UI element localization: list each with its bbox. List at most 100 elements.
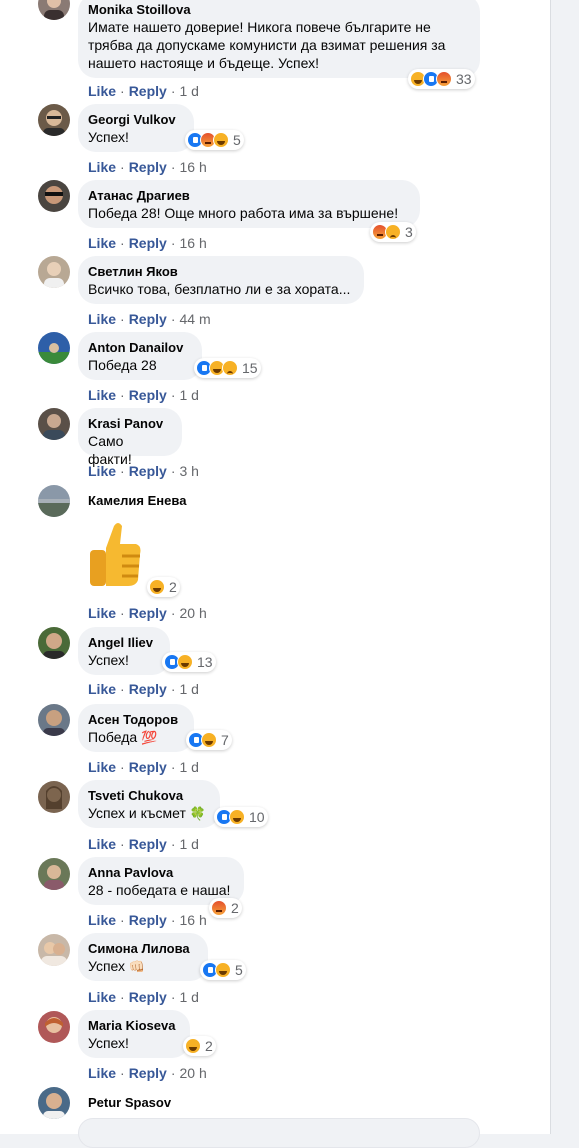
- timestamp[interactable]: 1 d: [179, 989, 198, 1005]
- timestamp[interactable]: 20 h: [179, 605, 206, 621]
- reply-button[interactable]: Reply: [129, 836, 167, 852]
- comment-bubble: Angel Iliev Успех!: [78, 627, 170, 675]
- avatar[interactable]: [38, 256, 70, 288]
- reaction-summary[interactable]: 13: [162, 652, 216, 672]
- commenter-name[interactable]: Атанас Драгиев: [88, 187, 408, 204]
- reaction-summary[interactable]: 5: [185, 130, 244, 150]
- avatar[interactable]: [38, 0, 70, 20]
- reply-button[interactable]: Reply: [129, 83, 167, 99]
- comment-text: Победа 28: [88, 357, 157, 373]
- timestamp[interactable]: 1 d: [179, 83, 198, 99]
- avatar[interactable]: [38, 704, 70, 736]
- scrollbar[interactable]: [550, 0, 579, 1134]
- timestamp[interactable]: 3 h: [179, 463, 198, 479]
- reply-button[interactable]: Reply: [129, 311, 167, 327]
- timestamp[interactable]: 16 h: [179, 912, 206, 928]
- avatar[interactable]: [38, 858, 70, 890]
- commenter-name[interactable]: Monika Stoillova: [88, 1, 468, 18]
- like-button[interactable]: Like: [88, 83, 116, 99]
- reply-button[interactable]: Reply: [129, 235, 167, 251]
- reply-button[interactable]: Reply: [129, 759, 167, 775]
- commenter-name[interactable]: Anna Pavlova: [88, 864, 232, 881]
- comment-actions: Like · Reply · 3 h: [88, 463, 199, 479]
- reaction-count: 2: [231, 900, 239, 916]
- like-button[interactable]: Like: [88, 159, 116, 175]
- avatar[interactable]: [38, 180, 70, 212]
- reaction-summary[interactable]: 33: [408, 69, 475, 89]
- reaction-summary[interactable]: 7: [186, 730, 232, 750]
- comment-text: Успех!: [88, 129, 129, 145]
- hundred-points-icon: 💯: [141, 730, 158, 745]
- timestamp[interactable]: 1 d: [179, 759, 198, 775]
- timestamp[interactable]: 1 d: [179, 681, 198, 697]
- timestamp[interactable]: 16 h: [179, 159, 206, 175]
- avatar[interactable]: [38, 1011, 70, 1043]
- reaction-summary[interactable]: 5: [200, 960, 246, 980]
- timestamp[interactable]: 44 m: [179, 311, 210, 327]
- comment-input-box[interactable]: [78, 1118, 480, 1148]
- like-button[interactable]: Like: [88, 989, 116, 1005]
- like-button[interactable]: Like: [88, 463, 116, 479]
- like-button[interactable]: Like: [88, 605, 116, 621]
- reaction-summary[interactable]: 3: [370, 222, 416, 242]
- timestamp[interactable]: 1 d: [179, 387, 198, 403]
- reply-button[interactable]: Reply: [129, 681, 167, 697]
- comment-actions: Like · Reply · 20 h: [88, 605, 207, 621]
- haha-reaction-icon: [149, 579, 165, 595]
- fist-bump-icon: 👊🏻: [128, 959, 146, 974]
- reaction-summary[interactable]: 2: [209, 898, 242, 918]
- avatar[interactable]: [38, 627, 70, 659]
- reply-button[interactable]: Reply: [129, 387, 167, 403]
- commenter-name[interactable]: Georgi Vulkov: [88, 111, 182, 128]
- avatar[interactable]: [38, 332, 70, 364]
- haha-reaction-icon: [213, 132, 229, 148]
- commenter-name[interactable]: Камелия Енева: [88, 492, 206, 509]
- reaction-summary[interactable]: 10: [214, 807, 268, 827]
- avatar[interactable]: [38, 934, 70, 966]
- reply-button[interactable]: Reply: [129, 989, 167, 1005]
- like-button[interactable]: Like: [88, 912, 116, 928]
- reply-button[interactable]: Reply: [129, 1065, 167, 1081]
- reaction-summary[interactable]: 2: [147, 577, 180, 597]
- timestamp[interactable]: 20 h: [179, 1065, 206, 1081]
- avatar[interactable]: [38, 781, 70, 813]
- like-button[interactable]: Like: [88, 836, 116, 852]
- comment-text: Успех!: [88, 652, 129, 668]
- reply-button[interactable]: Reply: [129, 912, 167, 928]
- like-button[interactable]: Like: [88, 311, 116, 327]
- like-button[interactable]: Like: [88, 681, 116, 697]
- commenter-name[interactable]: Светлин Яков: [88, 263, 352, 280]
- reply-button[interactable]: Reply: [129, 605, 167, 621]
- reaction-count: 2: [205, 1038, 213, 1054]
- comment-bubble: Симона Лилова Успех 👊🏻: [78, 933, 208, 981]
- commenter-name[interactable]: Angel Iliev: [88, 634, 158, 651]
- commenter-name[interactable]: Асен Тодоров: [88, 711, 182, 728]
- comment-bubble: Krasi Panov Само факти!: [78, 408, 182, 467]
- comment-bubble: Monika Stoillova Имате нашето доверие! Н…: [78, 0, 480, 78]
- avatar[interactable]: [38, 1087, 70, 1119]
- commenter-name[interactable]: Maria Kioseva: [88, 1017, 178, 1034]
- commenter-name[interactable]: Anton Danailov: [88, 339, 190, 356]
- commenter-name[interactable]: Krasi Panov: [88, 415, 170, 432]
- avatar[interactable]: [38, 408, 70, 440]
- reaction-count: 7: [221, 732, 229, 748]
- like-button[interactable]: Like: [88, 1065, 116, 1081]
- like-button[interactable]: Like: [88, 387, 116, 403]
- avatar[interactable]: [38, 485, 70, 517]
- comment-bubble: Светлин Яков Всичко това, безплатно ли е…: [78, 256, 364, 304]
- commenter-name[interactable]: Симона Лилова: [88, 940, 196, 957]
- avatar[interactable]: [38, 104, 70, 136]
- timestamp[interactable]: 16 h: [179, 235, 206, 251]
- comment-actions: Like · Reply · 1 d: [88, 681, 199, 697]
- like-button[interactable]: Like: [88, 235, 116, 251]
- commenter-name[interactable]: Tsveti Chukova: [88, 787, 208, 804]
- reply-button[interactable]: Reply: [129, 159, 167, 175]
- comment-actions: Like · Reply · 1 d: [88, 759, 199, 775]
- reaction-summary[interactable]: 2: [183, 1036, 216, 1056]
- timestamp[interactable]: 1 d: [179, 836, 198, 852]
- reaction-summary[interactable]: 15: [194, 358, 261, 378]
- reply-button[interactable]: Reply: [129, 463, 167, 479]
- like-button[interactable]: Like: [88, 759, 116, 775]
- commenter-name[interactable]: Petur Spasov: [88, 1094, 206, 1111]
- comment-actions: Like · Reply · 16 h: [88, 912, 207, 928]
